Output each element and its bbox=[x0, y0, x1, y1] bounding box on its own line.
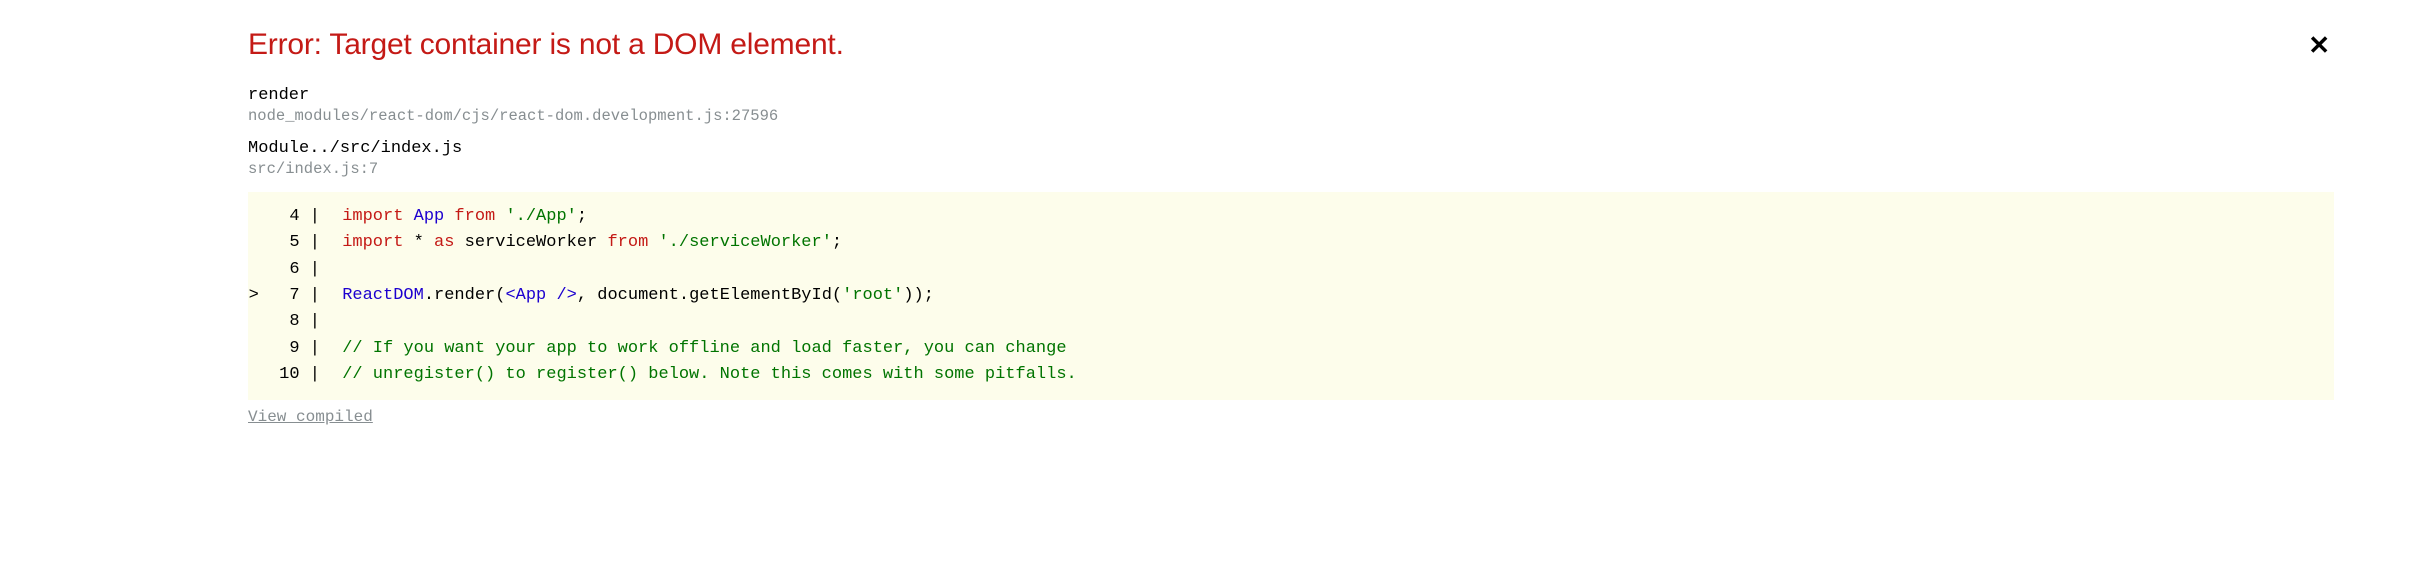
code-gutter: 8 | bbox=[248, 309, 332, 335]
code-line: 4 | import App from './App'; bbox=[248, 204, 2334, 230]
stack-frame-name: Module../src/index.js bbox=[248, 139, 2334, 158]
stack-frame: render node_modules/react-dom/cjs/react-… bbox=[248, 86, 2334, 125]
error-header: Error: Target container is not a DOM ele… bbox=[248, 28, 2334, 62]
code-gutter: 4 | bbox=[248, 204, 332, 230]
code-gutter: > 7 | bbox=[248, 283, 332, 309]
stack-frame: Module../src/index.js src/index.js:7 bbox=[248, 139, 2334, 178]
code-content: import * as serviceWorker from './servic… bbox=[332, 230, 2334, 256]
code-line: 5 | import * as serviceWorker from './se… bbox=[248, 230, 2334, 256]
code-gutter: 9 | bbox=[248, 336, 332, 362]
code-content bbox=[332, 257, 2334, 283]
code-block: 4 | import App from './App'; 5 | import … bbox=[248, 192, 2334, 400]
stack-frame-name: render bbox=[248, 86, 2334, 105]
code-line: 8 | bbox=[248, 309, 2334, 335]
stack-frame-path: node_modules/react-dom/cjs/react-dom.dev… bbox=[248, 107, 2334, 125]
code-line: 10 | // unregister() to register() below… bbox=[248, 362, 2334, 388]
code-content: ReactDOM.render(<App />, document.getEle… bbox=[332, 283, 2334, 309]
code-line: 6 | bbox=[248, 257, 2334, 283]
error-title: Error: Target container is not a DOM ele… bbox=[248, 28, 844, 62]
close-icon[interactable]: ✕ bbox=[2304, 28, 2334, 62]
code-content: import App from './App'; bbox=[332, 204, 2334, 230]
view-compiled-link[interactable]: View compiled bbox=[248, 408, 373, 426]
code-content bbox=[332, 309, 2334, 335]
code-gutter: 10 | bbox=[248, 362, 332, 388]
code-gutter: 6 | bbox=[248, 257, 332, 283]
code-content: // unregister() to register() below. Not… bbox=[332, 362, 2334, 388]
stack-frame-path: src/index.js:7 bbox=[248, 160, 2334, 178]
code-line: > 7 | ReactDOM.render(<App />, document.… bbox=[248, 283, 2334, 309]
code-gutter: 5 | bbox=[248, 230, 332, 256]
code-line: 9 | // If you want your app to work offl… bbox=[248, 336, 2334, 362]
code-content: // If you want your app to work offline … bbox=[332, 336, 2334, 362]
